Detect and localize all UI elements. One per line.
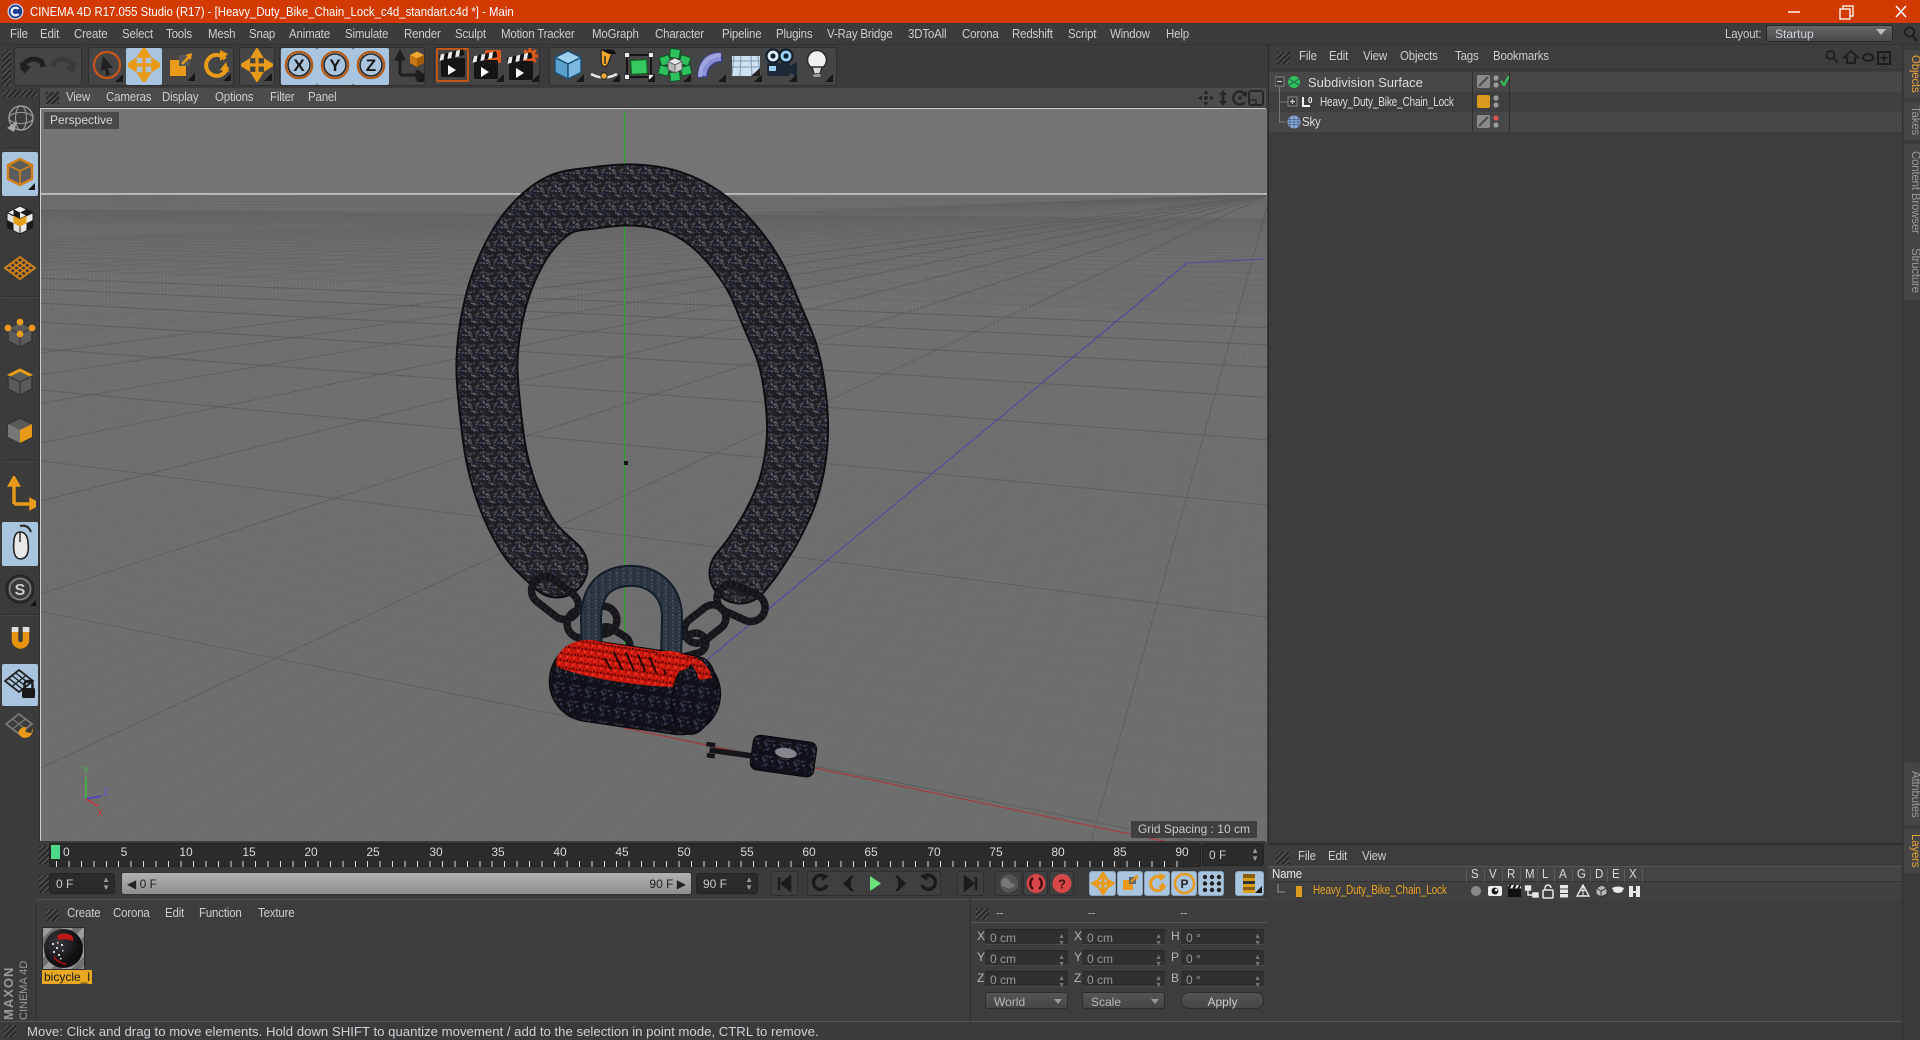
svg-text:0: 0 <box>1308 96 1313 105</box>
svg-text:Y: Y <box>329 56 341 75</box>
svg-text:S: S <box>15 582 26 599</box>
svg-text:X: X <box>97 808 103 818</box>
svg-text:Z: Z <box>366 56 376 75</box>
svg-text:Y: Y <box>83 765 89 775</box>
svg-text:P: P <box>1180 877 1188 891</box>
svg-text:?: ? <box>1058 877 1066 892</box>
svg-text:Z: Z <box>103 787 109 797</box>
svg-text:X: X <box>293 56 305 75</box>
